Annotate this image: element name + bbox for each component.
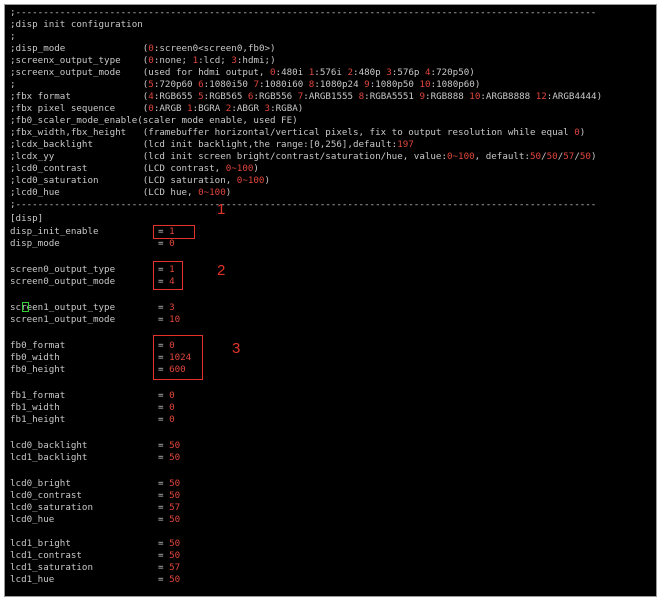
setting-lcd0-backlight: lcd0_backlight [10, 440, 88, 451]
setting-lcd0-hue: lcd0_hue [10, 514, 55, 525]
comment-screenx-output-mode-cont: ; (5:720p60 6:1080i50 7:1080i60 8:1080p2… [10, 79, 481, 90]
setting-lcd0-contrast: lcd0_contrast [10, 490, 82, 501]
comment-fbx-width-height: ;fbx_width,fbx_height (framebuffer horiz… [10, 127, 586, 138]
setting-lcd1-saturation: lcd1_saturation [10, 562, 93, 573]
value-screen1-output-mode: = 10 [158, 314, 181, 325]
highlight-box-3 [153, 335, 203, 380]
highlight-box-1 [153, 225, 195, 239]
setting-screen1-output-mode: screen1_output_mode [10, 314, 116, 325]
value-lcd0-backlight: = 50 [158, 440, 181, 451]
setting-fb1-height: fb1_height [10, 414, 66, 425]
comment-lcd0-hue: ;lcd0_hue (LCD hue, 0~100) [10, 187, 232, 198]
value-lcd1-bright: = 50 [158, 538, 181, 549]
setting-fb0-width: fb0_width [10, 352, 60, 363]
comment-lcdx-yy: ;lcdx_yy (lcd init screen bright/contras… [10, 151, 597, 162]
setting-fb0-height: fb0_height [10, 364, 66, 375]
comment-heading: ;disp init configuration [10, 19, 143, 30]
setting-screen0-output-type: screen0_output_type [10, 264, 116, 275]
value-lcd0-contrast: = 50 [158, 490, 181, 501]
comment-lcdx-backlight: ;lcdx_backlight (lcd init backlight,the … [10, 139, 414, 150]
annotation-label-3: 3 [232, 340, 241, 357]
section-header-disp: [disp] [10, 213, 44, 224]
terminal-window[interactable]: ;---------------------------------------… [4, 4, 657, 597]
value-lcd1-contrast: = 50 [158, 550, 181, 561]
highlight-box-2 [153, 261, 183, 290]
setting-lcd0-bright: lcd0_bright [10, 478, 71, 489]
value-lcd1-saturation: = 57 [158, 562, 181, 573]
comment-screenx-output-mode: ;screenx_output_mode (used for hdmi outp… [10, 67, 475, 78]
annotation-label-1: 1 [217, 201, 226, 218]
setting-lcd1-backlight: lcd1_backlight [10, 452, 88, 463]
setting-screen0-output-mode: screen0_output_mode [10, 276, 116, 287]
setting-lcd1-hue: lcd1_hue [10, 574, 55, 585]
comment-fb0-scaler-mode: ;fb0_scaler_mode_enable(scaler mode enab… [10, 115, 298, 126]
value-screen1-output-type: = 3 [158, 302, 175, 313]
setting-lcd0-saturation: lcd0_saturation [10, 502, 93, 513]
value-fb1-format: = 0 [158, 390, 175, 401]
value-fb1-width: = 0 [158, 402, 175, 413]
comment-screenx-output-type: ;screenx_output_type (0:none; 1:lcd; 3:h… [10, 55, 276, 66]
setting-lcd1-contrast: lcd1_contrast [10, 550, 82, 561]
setting-fb0-format: fb0_format [10, 340, 66, 351]
value-disp-mode: = 0 [158, 238, 175, 249]
value-lcd0-hue: = 50 [158, 514, 181, 525]
setting-fb1-width: fb1_width [10, 402, 60, 413]
setting-lcd1-bright: lcd1_bright [10, 538, 71, 549]
comment-separator: ;---------------------------------------… [10, 7, 597, 18]
comment-lcd0-saturation: ;lcd0_saturation (LCD saturation, 0~100) [10, 175, 271, 186]
setting-disp-init-enable: disp_init_enable [10, 226, 99, 237]
value-lcd1-backlight: = 50 [158, 452, 181, 463]
text-cursor [22, 302, 29, 312]
comment-fbx-pixel-sequence: ;fbx pixel sequence (0:ARGB 1:BGRA 2:ABG… [10, 103, 304, 114]
comment-blank: ; [10, 31, 16, 42]
comment-lcd0-contrast: ;lcd0_contrast (LCD contrast, 0~100) [10, 163, 259, 174]
setting-disp-mode: disp_mode [10, 238, 60, 249]
comment-disp-mode: ;disp_mode (0:screen0<screen0,fb0>) [10, 43, 276, 54]
comment-fbx-format: ;fbx format (4:RGB655 5:RGB565 6:RGB556 … [10, 91, 603, 102]
value-lcd0-bright: = 50 [158, 478, 181, 489]
setting-fb1-format: fb1_format [10, 390, 66, 401]
value-lcd1-hue: = 50 [158, 574, 181, 585]
annotation-label-2: 2 [217, 262, 226, 279]
value-lcd0-saturation: = 57 [158, 502, 181, 513]
value-fb1-height: = 0 [158, 414, 175, 425]
comment-separator-end: ;---------------------------------------… [10, 199, 597, 210]
